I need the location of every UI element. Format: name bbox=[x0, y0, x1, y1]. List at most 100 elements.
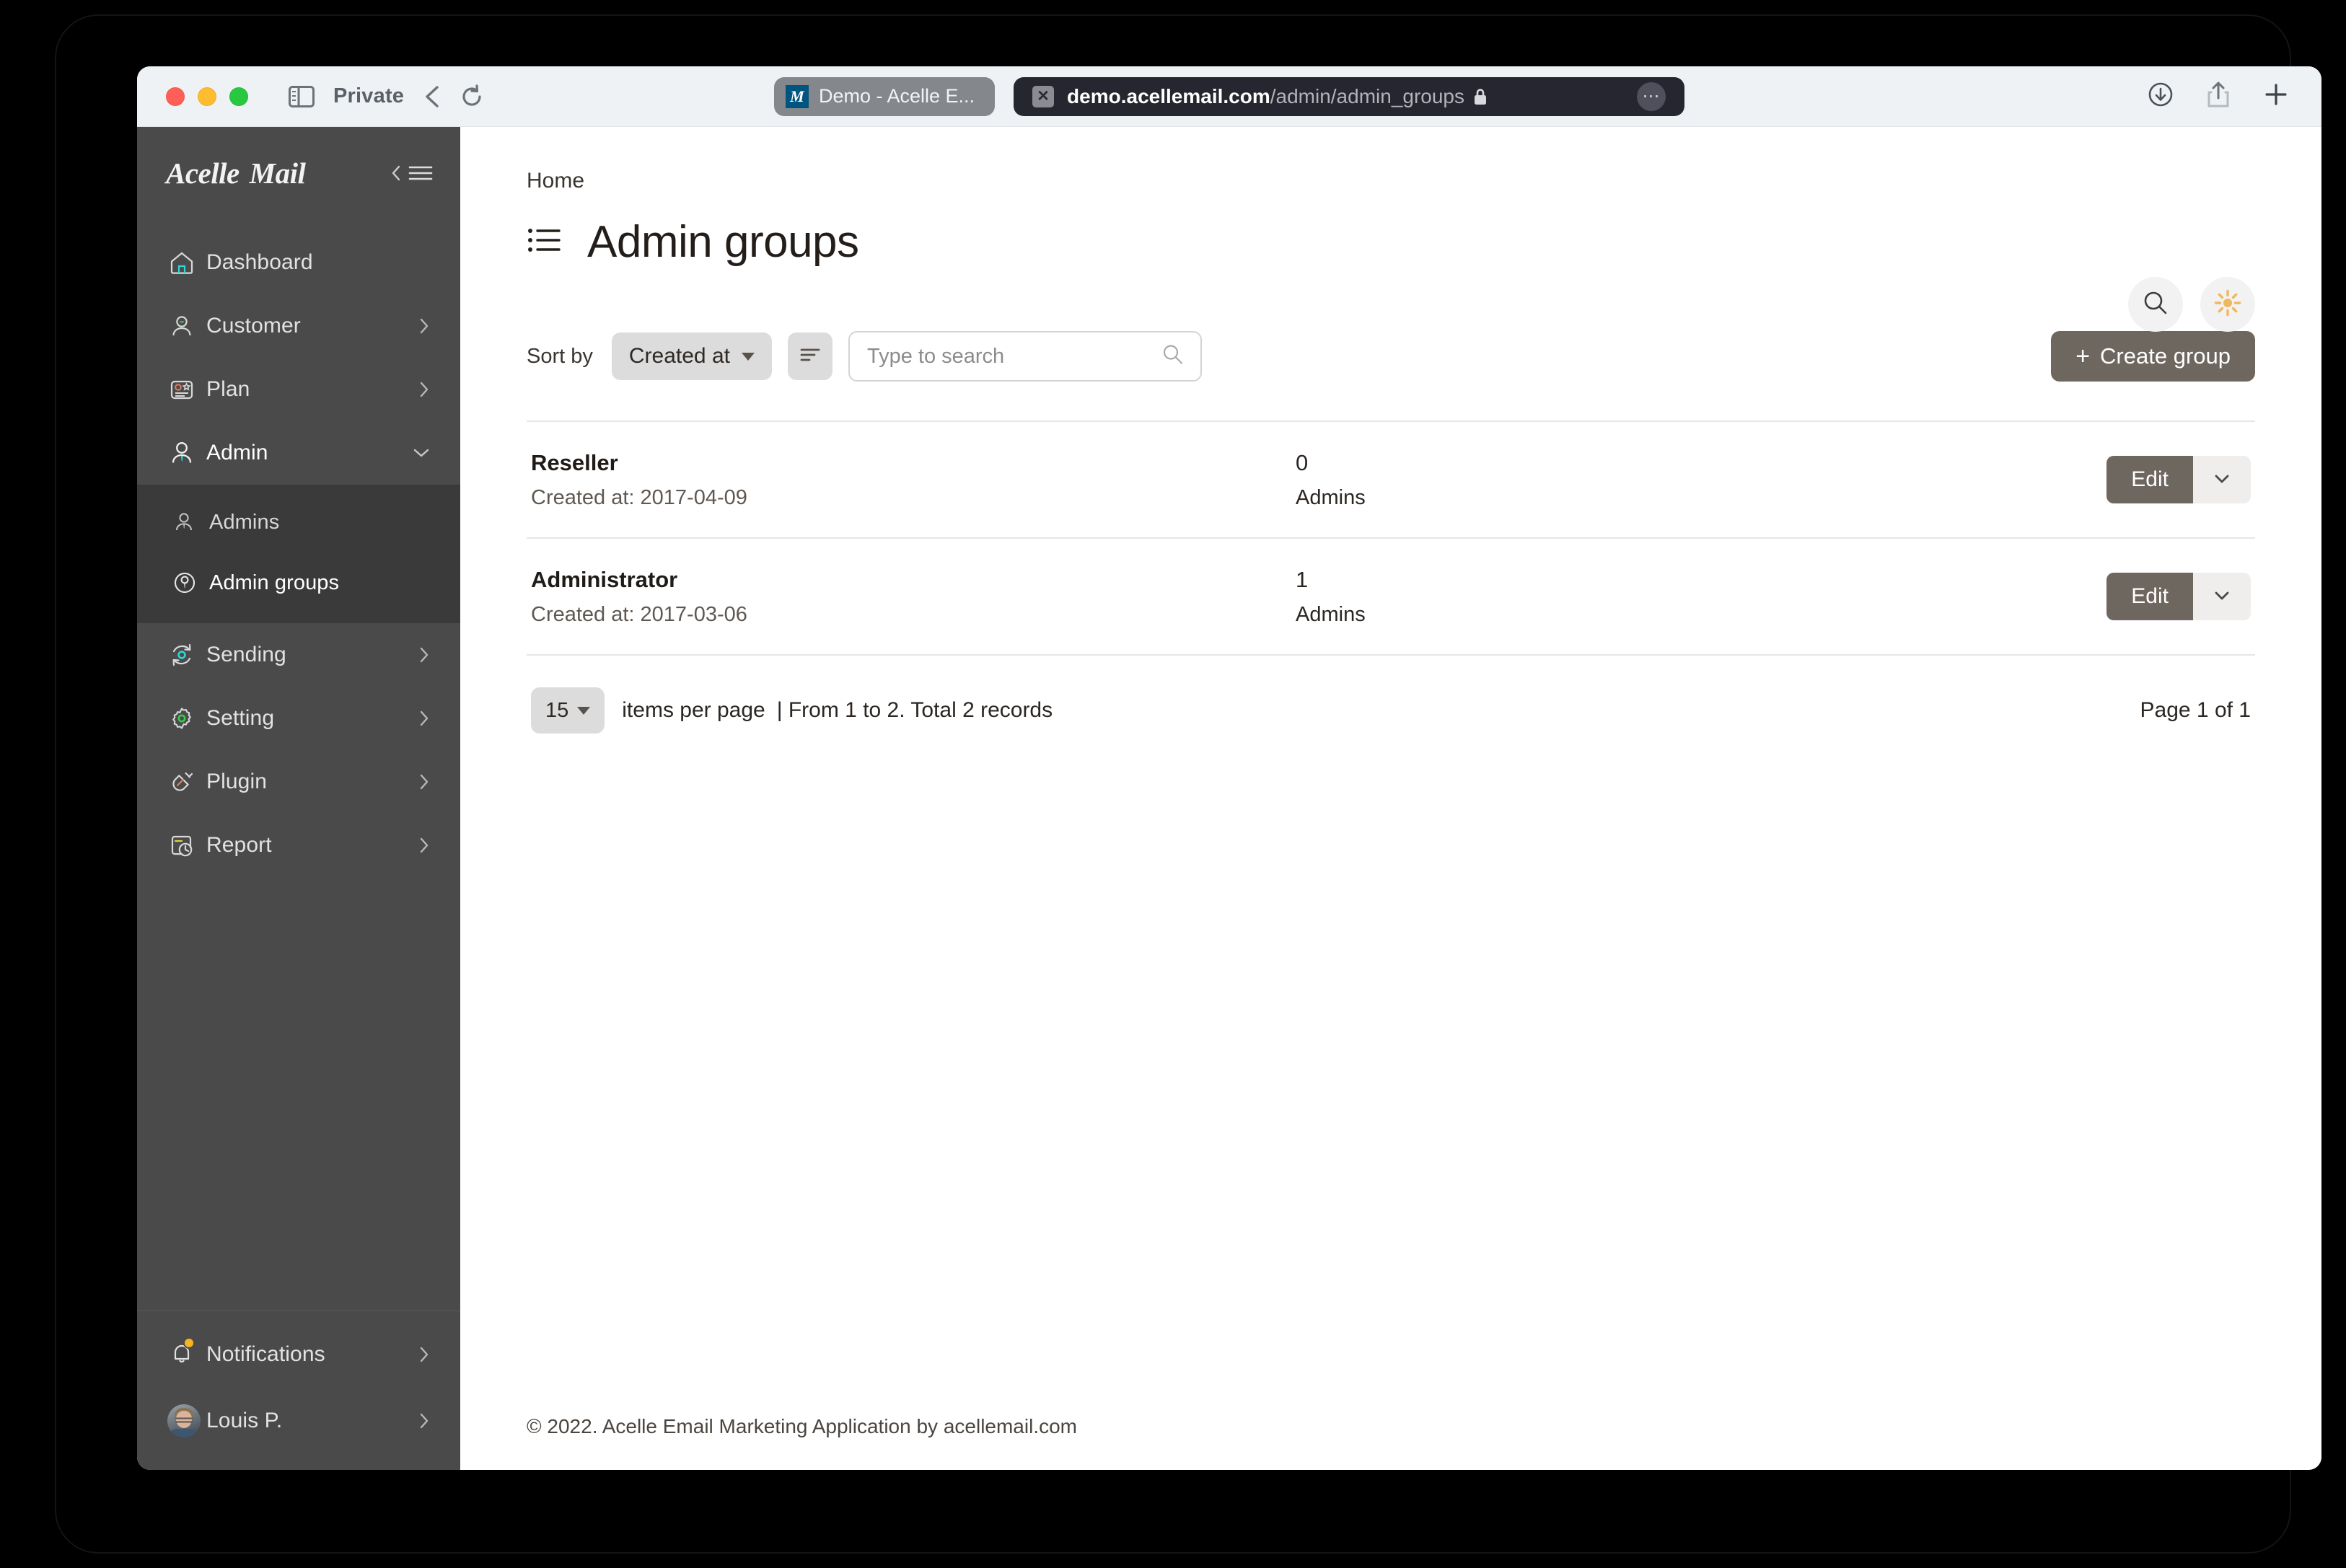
edit-button[interactable]: Edit bbox=[2106, 456, 2193, 503]
topbar-actions bbox=[2128, 277, 2255, 332]
share-icon[interactable] bbox=[2206, 80, 2231, 113]
app-logo-text: Acelle Mail bbox=[166, 157, 306, 190]
downloads-icon[interactable] bbox=[2147, 81, 2174, 112]
sidebar-footer: Notifications Louis P. bbox=[137, 1311, 460, 1470]
url-path: /admin/admin_groups bbox=[1270, 84, 1465, 107]
sidebar-item-dashboard[interactable]: Dashboard bbox=[137, 231, 460, 294]
app-footer: © 2022. Acelle Email Marketing Applicati… bbox=[460, 1415, 2321, 1470]
items-per-page-label: items per page bbox=[622, 698, 765, 722]
row-actions: Edit bbox=[2106, 573, 2251, 620]
sidebar-item-label: Admin bbox=[206, 441, 268, 464]
home-icon bbox=[167, 248, 206, 277]
sort-by-label: Sort by bbox=[527, 344, 593, 368]
sidebar-item-label: Setting bbox=[206, 706, 275, 730]
row-actions-dropdown-button[interactable] bbox=[2193, 573, 2251, 620]
sidebar-item-user-profile[interactable]: Louis P. bbox=[137, 1388, 460, 1454]
pagination-bar: 15 items per page | From 1 to 2. Total 2… bbox=[527, 656, 2255, 734]
page-number-info: Page 1 of 1 bbox=[2140, 698, 2251, 722]
close-window-button[interactable] bbox=[166, 87, 185, 106]
address-bar[interactable]: ✕ demo.acellemail.com/admin/admin_groups… bbox=[1014, 76, 1685, 116]
sidebar-item-admin-groups[interactable]: Admin groups bbox=[137, 552, 460, 613]
url-host: demo.acellemail.com bbox=[1067, 84, 1270, 107]
new-tab-icon[interactable] bbox=[2262, 81, 2290, 112]
plus-icon: + bbox=[2075, 343, 2091, 370]
group-created-at: Created at: 2017-04-09 bbox=[531, 485, 747, 509]
breadcrumb-home[interactable]: Home bbox=[527, 169, 584, 193]
stop-loading-icon[interactable]: ✕ bbox=[1032, 85, 1055, 107]
admin-user-icon bbox=[167, 439, 206, 467]
sidebar-item-plugin[interactable]: Plugin bbox=[137, 750, 460, 814]
page-content: Home Admin groups Sort by Created at Typ… bbox=[460, 127, 2321, 1415]
sidebar-collapse-button[interactable] bbox=[390, 164, 433, 182]
copyright-text: © 2022. Acelle Email Marketing Applicati… bbox=[527, 1415, 1077, 1437]
window-controls[interactable] bbox=[166, 87, 248, 106]
sidebar-panel-icon[interactable] bbox=[289, 85, 315, 107]
theme-toggle-button[interactable] bbox=[2200, 277, 2255, 332]
plug-icon bbox=[167, 767, 206, 796]
search-box[interactable] bbox=[848, 331, 1202, 382]
edit-button[interactable]: Edit bbox=[2106, 573, 2193, 620]
group-name-cell: Reseller Created at: 2017-04-09 bbox=[531, 450, 1296, 510]
table-row[interactable]: Reseller Created at: 2017-04-09 0 Admins… bbox=[527, 422, 2255, 539]
global-search-button[interactable] bbox=[2128, 277, 2183, 332]
sidebar-item-label: Plan bbox=[206, 377, 250, 401]
url-text: demo.acellemail.com/admin/admin_groups bbox=[1067, 85, 1488, 108]
chevron-right-icon bbox=[417, 1411, 431, 1431]
group-admins-label: Admins bbox=[1296, 602, 1366, 626]
sort-direction-button[interactable] bbox=[787, 332, 832, 380]
row-actions-dropdown-button[interactable] bbox=[2193, 456, 2251, 503]
user-icon bbox=[167, 312, 206, 340]
chevron-right-icon bbox=[417, 316, 431, 336]
user-name-label: Louis P. bbox=[206, 1409, 283, 1432]
sidebar-submenu-admin: Admins Admin groups bbox=[137, 485, 460, 623]
breadcrumb[interactable]: Home bbox=[527, 169, 2255, 193]
report-clock-icon bbox=[167, 831, 206, 860]
group-created-at: Created at: 2017-03-06 bbox=[531, 602, 747, 626]
maximize-window-button[interactable] bbox=[229, 87, 248, 106]
admin-groups-icon bbox=[170, 568, 209, 597]
group-admins-label: Admins bbox=[1296, 485, 1366, 509]
create-group-button[interactable]: + Create group bbox=[2051, 331, 2255, 382]
admin-groups-list: Reseller Created at: 2017-04-09 0 Admins… bbox=[527, 420, 2255, 656]
bell-icon bbox=[167, 1336, 206, 1371]
lock-icon bbox=[1473, 85, 1488, 107]
page-title: Admin groups bbox=[587, 217, 859, 267]
page-menu-icon[interactable]: ⋯ bbox=[1637, 82, 1666, 111]
table-row[interactable]: Administrator Created at: 2017-03-06 1 A… bbox=[527, 539, 2255, 656]
search-input[interactable] bbox=[849, 344, 1200, 369]
sidebar-item-plan[interactable]: Plan bbox=[137, 358, 460, 421]
sidebar-item-admins[interactable]: Admins bbox=[137, 492, 460, 552]
private-browsing-label: Private bbox=[333, 84, 405, 107]
sidebar-item-admin[interactable]: Admin bbox=[137, 421, 460, 485]
sidebar-nav: Dashboard Customer Plan Admin Admins Adm… bbox=[137, 219, 460, 1311]
sidebar-item-notifications[interactable]: Notifications bbox=[137, 1321, 460, 1388]
app-logo[interactable]: Acelle Mail bbox=[166, 156, 306, 190]
laptop-frame: Private M Demo - Acelle E... ✕ demo.acel… bbox=[56, 16, 2321, 1552]
browser-tab[interactable]: M Demo - Acelle E... bbox=[773, 76, 996, 116]
chevron-right-icon bbox=[417, 708, 431, 728]
minimize-window-button[interactable] bbox=[198, 87, 216, 106]
back-button[interactable] bbox=[423, 84, 441, 109]
sidebar-item-report[interactable]: Report bbox=[137, 814, 460, 877]
sidebar-item-sending[interactable]: Sending bbox=[137, 623, 460, 687]
records-range-info: | From 1 to 2. Total 2 records bbox=[776, 698, 1053, 722]
tab-title: Demo - Acelle E... bbox=[818, 85, 975, 107]
sidebar-item-label: Sending bbox=[206, 643, 286, 666]
group-name: Reseller bbox=[531, 449, 618, 475]
sidebar-item-label: Plugin bbox=[206, 770, 267, 793]
reload-button[interactable] bbox=[460, 84, 483, 109]
sidebar-item-label: Admin groups bbox=[209, 571, 340, 594]
tab-favicon-icon: M bbox=[785, 84, 809, 108]
chevron-down-icon bbox=[2212, 589, 2232, 605]
group-admins-count: 1 bbox=[1296, 566, 1309, 592]
items-per-page-value: 15 bbox=[545, 698, 569, 722]
admins-icon bbox=[170, 508, 209, 537]
sort-field-select[interactable]: Created at bbox=[611, 332, 772, 380]
sidebar-item-setting[interactable]: Setting bbox=[137, 687, 460, 750]
sun-icon bbox=[2213, 289, 2242, 321]
browser-chrome: Private M Demo - Acelle E... ✕ demo.acel… bbox=[137, 66, 2321, 127]
chevron-right-icon bbox=[417, 1344, 431, 1365]
sidebar-item-customer[interactable]: Customer bbox=[137, 294, 460, 358]
chevron-down-icon bbox=[411, 446, 431, 460]
items-per-page-select[interactable]: 15 bbox=[531, 687, 605, 734]
